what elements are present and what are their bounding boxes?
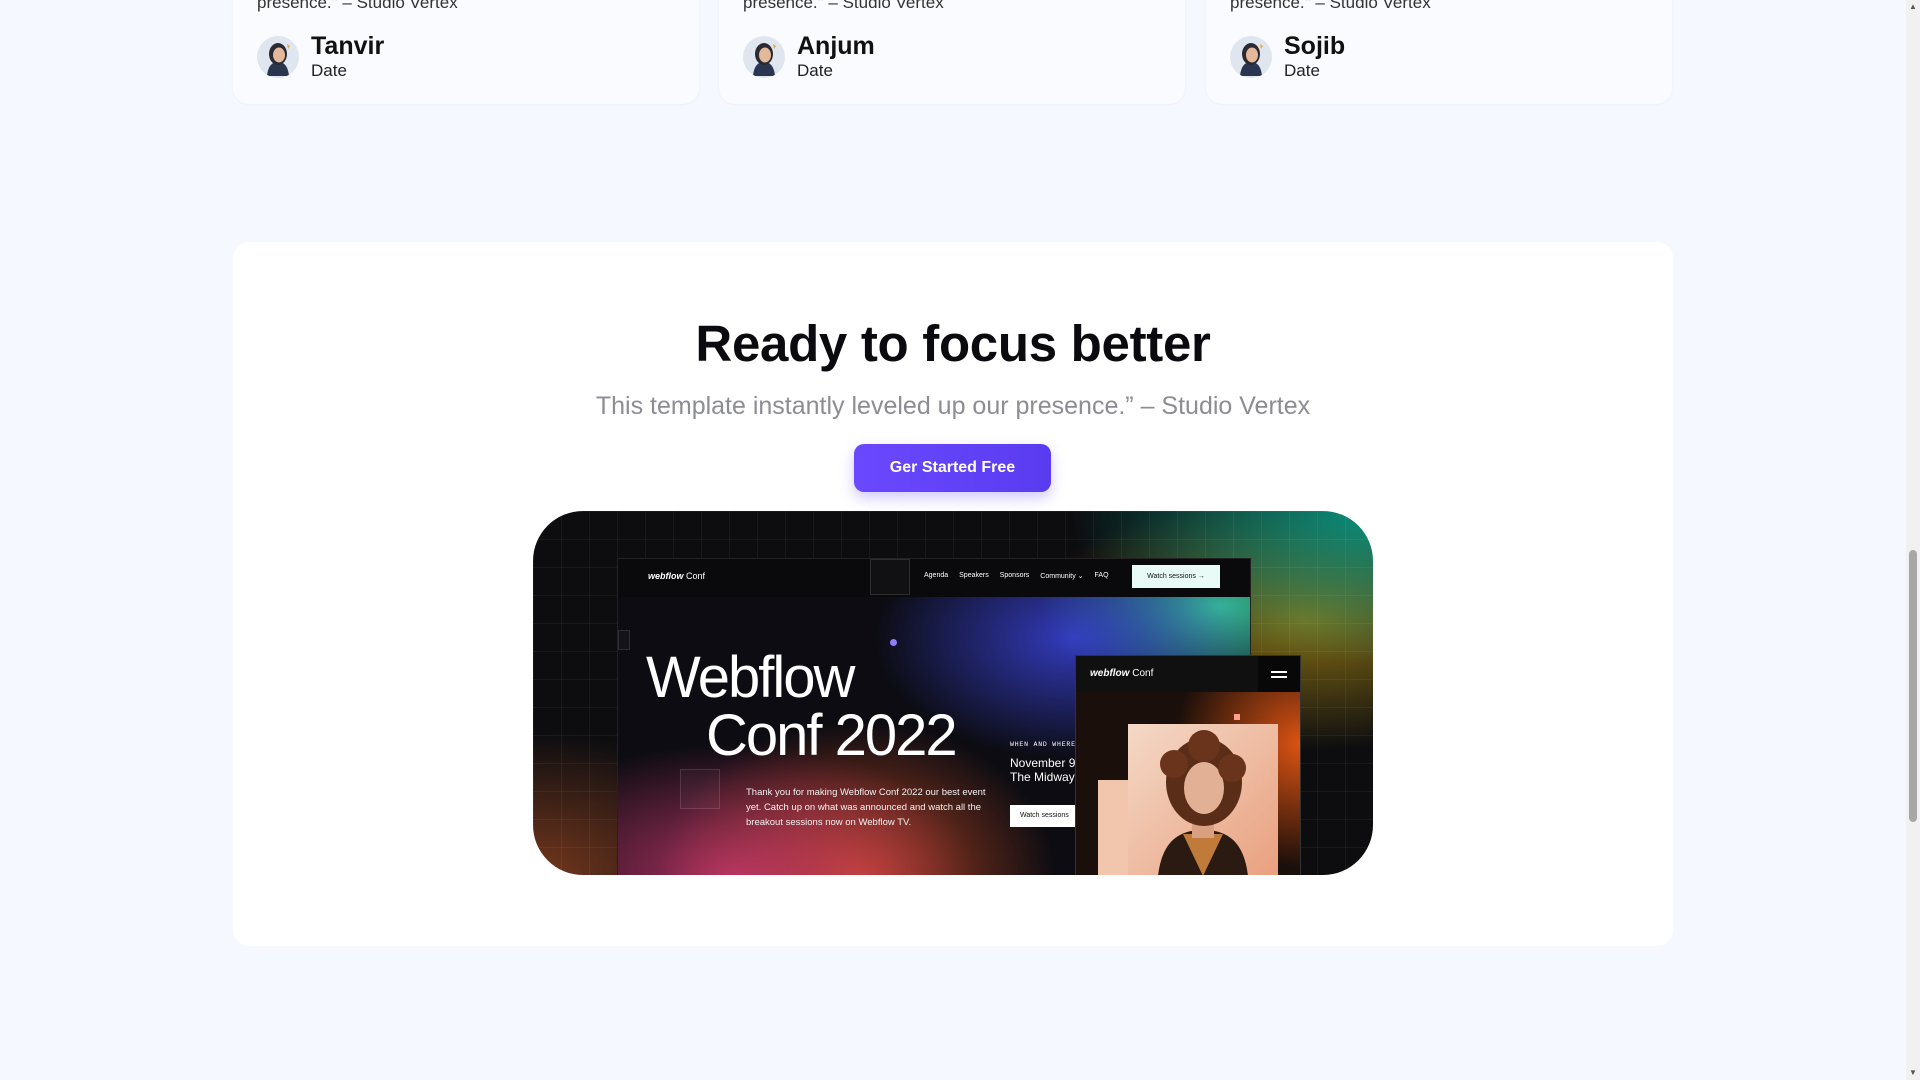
mockup-blurb: Thank you for making Webflow Conf 2022 o… (746, 787, 986, 828)
avatar (1230, 35, 1272, 78)
decor-square (870, 559, 910, 595)
mockup-headline: Webflow Conf 2022 (646, 645, 958, 768)
mockup-when-value: November 9 The Midway (1010, 756, 1076, 784)
decor-dot (1234, 714, 1240, 720)
vertical-scrollbar[interactable]: ▲ ▼ (1906, 0, 1920, 1080)
testimonial-quote: presence." – Studio Vertex (257, 0, 458, 12)
decor-square (618, 630, 630, 650)
testimonial-author: Anjum Date (743, 34, 875, 79)
author-date: Date (797, 61, 833, 80)
mockup-nav-item: FAQ (1094, 572, 1109, 579)
testimonial-card: presence." – Studio Vertex Anjum Date (719, 0, 1185, 104)
get-started-button[interactable]: Ger Started Free (854, 444, 1051, 492)
hamburger-menu-icon (1258, 656, 1300, 692)
author-name: Anjum (797, 32, 875, 60)
mockup-nav-item: Speakers (959, 572, 989, 579)
testimonial-card: presence." – Studio Vertex Sojib Date (1206, 0, 1672, 104)
mockup-nav: Agenda Speakers Sponsors Community ⌄ FAQ (924, 572, 1109, 580)
mockup-nav-item: Sponsors (999, 572, 1030, 579)
mobile-logo: webflow Conf (1090, 668, 1154, 679)
testimonial-quote: presence." – Studio Vertex (743, 0, 944, 12)
author-name: Sojib (1284, 32, 1346, 60)
scroll-up-arrow-icon[interactable]: ▲ (1906, 0, 1920, 14)
scrollbar-thumb[interactable] (1909, 550, 1917, 822)
hero-image: webflow Conf Agenda Speakers Sponsors Co… (533, 511, 1373, 875)
mockup-watch-button: Watch sessions → (1132, 565, 1220, 588)
portrait-photo (1128, 724, 1278, 875)
testimonial-author: Tanvir Date (257, 34, 384, 79)
mockup-when-label: WHEN AND WHERE (1010, 741, 1076, 748)
testimonial-author: Sojib Date (1230, 34, 1345, 79)
page: presence." – Studio Vertex Tanvir Date p… (0, 0, 1920, 1080)
decor-square (680, 769, 720, 809)
mockup-nav-item: Community ⌄ (1040, 573, 1084, 580)
author-name: Tanvir (311, 32, 385, 60)
testimonial-card: presence." – Studio Vertex Tanvir Date (233, 0, 699, 104)
decor-dot (890, 639, 897, 646)
scroll-down-arrow-icon[interactable]: ▼ (1906, 1066, 1920, 1080)
cta-subtitle: This template instantly leveled up our p… (595, 392, 1311, 420)
mockup-logo: webflow Conf (648, 571, 706, 581)
mobile-mockup: webflow Conf (1075, 655, 1301, 875)
avatar (257, 35, 299, 78)
decor-block (1098, 780, 1128, 875)
author-date: Date (1284, 61, 1320, 80)
cta-section: Ready to focus better This template inst… (233, 242, 1673, 946)
mockup-nav-item: Agenda (924, 572, 949, 579)
mockup-watch-small-button: Watch sessions (1010, 805, 1080, 827)
author-date: Date (311, 61, 347, 80)
testimonial-quote: presence." – Studio Vertex (1230, 0, 1431, 12)
cta-title: Ready to focus better (695, 315, 1211, 372)
avatar (743, 35, 785, 78)
